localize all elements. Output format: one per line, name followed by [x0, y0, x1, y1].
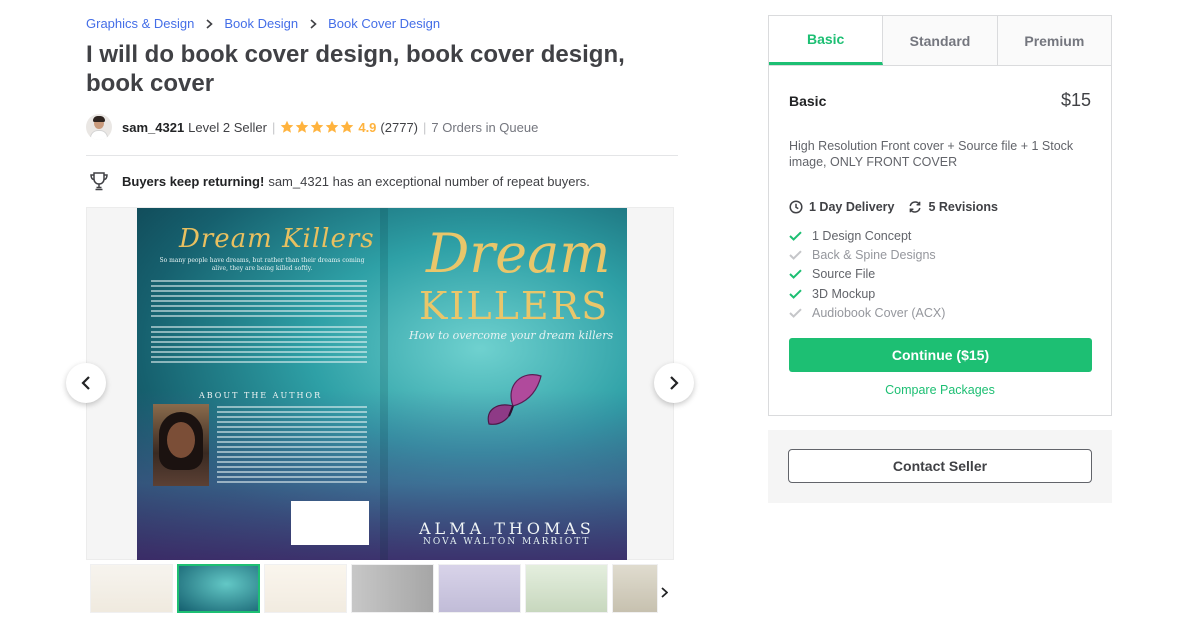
breadcrumb: Graphics & Design Book Design Book Cover…: [86, 16, 440, 31]
separator: |: [423, 119, 427, 135]
gallery-thumbnails: [90, 564, 658, 613]
package-price: $15: [1060, 90, 1091, 110]
gig-gallery: Dream Killers So many people have dreams…: [86, 207, 674, 560]
continue-button[interactable]: Continue ($15): [789, 338, 1092, 372]
chevron-right-icon: [194, 18, 224, 29]
trophy-icon: [90, 172, 108, 191]
gallery-thumbnail[interactable]: [177, 564, 260, 613]
chevron-right-icon: [670, 376, 679, 390]
rating-stars: [280, 120, 354, 134]
chevron-right-icon: [660, 586, 668, 598]
star-icon: [281, 120, 294, 133]
thumbnails-next-button[interactable]: [656, 582, 672, 602]
checkmark-icon: [789, 289, 802, 299]
star-icon: [326, 120, 339, 133]
package-tabs: Basic Standard Premium: [769, 16, 1111, 66]
orders-in-queue: 7 Orders in Queue: [431, 119, 539, 135]
contact-seller-box: Contact Seller: [768, 430, 1112, 503]
package-features: 1 Design Concept Back & Spine Designs Sour…: [789, 226, 945, 323]
cover-text-block: [217, 406, 367, 483]
chevron-right-icon: [298, 18, 328, 29]
cover-coauthor: NOVA WALTON MARRIOTT: [423, 537, 591, 547]
butterfly-illustration: [487, 374, 542, 425]
seller-overview: sam_4321 Level 2 Seller | 4.9 (2777) | 7…: [86, 113, 538, 141]
seller-level: Level 2 Seller: [188, 119, 267, 135]
cover-back-title: Dream Killers: [179, 224, 375, 254]
cover-front-title-2: KILLERS: [419, 284, 610, 328]
contact-seller-button[interactable]: Contact Seller: [788, 449, 1092, 483]
delivery-time: 1 Day Delivery: [809, 200, 895, 214]
revisions-count: 5 Revisions: [928, 200, 998, 214]
package-meta: 1 Day Delivery 5 Revisions: [789, 200, 998, 214]
package-description: High Resolution Front cover + Source fil…: [789, 139, 1074, 169]
author-photo: [153, 404, 209, 486]
package-name: Basic: [789, 92, 827, 109]
star-icon: [311, 120, 324, 133]
gallery-prev-button[interactable]: [66, 363, 106, 403]
breadcrumb-link-book-cover-design[interactable]: Book Cover Design: [328, 16, 440, 31]
clock-icon: [789, 200, 803, 214]
cover-author: ALMA THOMAS: [419, 519, 595, 538]
seller-name-link[interactable]: sam_4321: [122, 120, 184, 135]
package-feature-item: Source File: [789, 265, 945, 284]
tab-basic[interactable]: Basic: [769, 16, 884, 65]
chevron-left-icon: [81, 376, 90, 390]
tab-standard[interactable]: Standard: [883, 16, 998, 65]
repeat-buyers-title: Buyers keep returning!: [122, 173, 265, 189]
gig-title: I will do book cover design, book cover …: [86, 41, 625, 97]
cover-front-title: Dream: [426, 222, 611, 285]
gallery-thumbnail[interactable]: [351, 564, 434, 613]
gallery-thumbnail[interactable]: [90, 564, 173, 613]
rating-count-link[interactable]: (2777): [380, 120, 418, 135]
checkmark-icon: [789, 231, 802, 241]
star-icon: [296, 120, 309, 133]
package-card: Basic Standard Premium Basic $15 High Re…: [768, 15, 1112, 416]
separator: |: [271, 119, 276, 135]
cover-back-subtitle: So many people have dreams, but rather t…: [159, 257, 365, 272]
cover-text-block: [151, 280, 367, 317]
repeat-buyers-banner: Buyers keep returning! sam_4321 has an e…: [88, 170, 590, 192]
gallery-thumbnail[interactable]: [264, 564, 347, 613]
breadcrumb-link-book-design[interactable]: Book Design: [224, 16, 298, 31]
checkmark-icon: [789, 269, 802, 280]
cover-about-label: ABOUT THE AUTHOR: [199, 391, 323, 400]
package-feature-label: Source File: [812, 267, 876, 282]
cover-text-block: [151, 326, 367, 363]
gallery-thumbnail[interactable]: [438, 564, 521, 613]
package-feature-item: Audiobook Cover (ACX): [789, 304, 945, 323]
package-feature-label: 1 Design Concept: [812, 228, 912, 243]
package-feature-label: Audiobook Cover (ACX): [812, 306, 946, 321]
gallery-thumbnail[interactable]: [612, 564, 658, 613]
package-feature-label: 3D Mockup: [812, 286, 876, 301]
repeat-buyers-text: sam_4321 has an exceptional number of re…: [268, 173, 590, 189]
checkmark-icon: [789, 308, 802, 319]
package-feature-item: 3D Mockup: [789, 284, 945, 303]
rating-score: 4.9: [358, 119, 377, 135]
tab-premium[interactable]: Premium: [997, 16, 1111, 65]
breadcrumb-link-graphics-design[interactable]: Graphics & Design: [86, 16, 194, 31]
refresh-icon: [909, 201, 922, 213]
seller-avatar[interactable]: [86, 114, 112, 140]
gallery-next-button[interactable]: [654, 363, 694, 403]
barcode-area: [291, 501, 369, 545]
divider: [86, 155, 678, 156]
package-feature-item: Back & Spine Designs: [789, 245, 945, 264]
book-cover-image: Dream Killers So many people have dreams…: [137, 208, 627, 560]
gallery-thumbnail[interactable]: [525, 564, 608, 613]
star-icon: [341, 120, 354, 133]
compare-packages-link[interactable]: Compare Packages: [769, 383, 1111, 397]
checkmark-icon: [789, 250, 802, 260]
package-feature-item: 1 Design Concept: [789, 226, 945, 245]
package-feature-label: Back & Spine Designs: [812, 248, 936, 263]
cover-tagline: How to overcome your dream killers: [409, 329, 614, 342]
package-header: Basic $15: [789, 90, 1091, 111]
